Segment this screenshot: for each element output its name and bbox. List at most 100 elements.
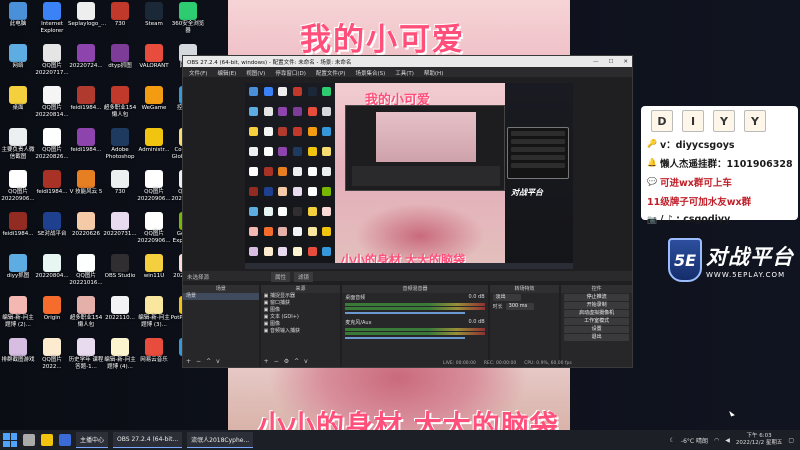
desktop-icon[interactable]: 此电脑 [0,0,36,42]
desktop-icon[interactable]: Adobe Photoshop [102,126,138,168]
scene-item[interactable]: 场景 [183,293,259,300]
control-button[interactable]: 退出 [564,334,629,341]
control-button[interactable]: 设置 [564,326,629,333]
desktop-icon[interactable]: Administr... [136,126,172,168]
search-icon[interactable] [23,434,35,446]
desktop-icon[interactable]: 超多职业154 懒人包 [102,84,138,126]
desktop-icon[interactable]: feidi1984... [68,126,104,168]
source-item[interactable]: ▣ 图像 [261,321,341,328]
menu-item[interactable]: 配置文件(P) [316,69,346,77]
menu-item[interactable]: 帮助(H) [424,69,443,77]
desktop-icon[interactable]: QQ图片 20220906... [136,168,172,210]
desktop-icon[interactable]: QQ图片 20220717... [34,42,70,84]
desktop-icon[interactable]: 编辑-新-问主 题博 (3)... [136,294,172,336]
desktop-icon[interactable]: 20220626 [68,210,104,252]
notification-icon[interactable]: ▢ [788,437,794,444]
desktop-icon[interactable]: 2022110... [102,294,138,336]
volume-slider[interactable] [345,312,466,314]
desktop-icon[interactable]: Origin [34,294,70,336]
taskbar-task[interactable]: 流氓人2018Cyphe... [187,432,254,448]
close-icon[interactable]: ✕ [623,59,628,65]
control-button[interactable]: 开始录制 [564,302,629,309]
move-down-button[interactable]: v [304,358,308,365]
source-item[interactable]: ▣ 图像 [261,307,341,314]
remove-scene-button[interactable]: − [196,358,201,365]
menu-item[interactable]: 停靠窗口(D) [275,69,306,77]
filters-button[interactable]: 滤镜 [294,272,314,282]
desktop-icon[interactable]: 超多职业154 懒人包 [68,294,104,336]
desktop-icon[interactable]: Seplaylogo_... [68,0,106,42]
maximize-icon[interactable]: ☐ [608,59,613,65]
minimize-icon[interactable]: — [593,59,599,65]
network-icon[interactable]: ◠ [714,437,719,444]
source-item[interactable]: ▣ 音频输入捕获 [261,328,341,335]
file-explorer-icon[interactable] [41,434,53,446]
menu-item[interactable]: 工具(T) [395,69,414,77]
desktop-icon[interactable]: dtyp抓图 [102,42,138,84]
desktop-icon[interactable]: 360安全浏览器 [170,0,206,42]
obs-window[interactable]: OBS 27.2.4 (64-bit, windows) - 配置文件: 未命名… [182,55,633,368]
control-button[interactable]: 启动虚拟摄像机 [564,310,629,317]
desktop-icon[interactable]: QQ图片 20220906... [0,168,36,210]
taskbar-task[interactable]: OBS 27.2.4 (64-bit... [113,432,183,448]
menu-item[interactable]: 编辑(E) [217,69,236,77]
desktop-icon[interactable]: 730 [102,0,138,42]
desktop-icon[interactable]: win11U [136,252,172,294]
desktop-icon[interactable]: 编辑-新-问主 题博 (4)... [102,336,138,378]
desktop-icon[interactable]: 20220724... [68,42,104,84]
desktop-icon[interactable]: QQ图片 2022... [34,336,70,378]
desktop-icon[interactable]: QQ图片 20220814... [34,84,70,126]
desktop-icon[interactable]: feidi1984... [34,168,70,210]
add-scene-button[interactable]: + [186,358,191,365]
menu-item[interactable]: 文件(F) [189,69,207,77]
desktop-icon[interactable]: 网易云音乐 [136,336,172,378]
desktop-icon[interactable]: 编辑-新-问主 题博 (2)... [0,294,36,336]
desktop-icon[interactable]: feidi1984... [68,84,104,126]
transition-select[interactable]: 淡出 [492,294,521,301]
source-item[interactable]: ▣ 窗口捕获 [261,300,341,307]
desktop-icon[interactable]: feidi1984... [0,210,36,252]
obs-preview[interactable]: 我的小可爱 对战平台 小小的身材 大大的脑袋 [245,83,573,269]
control-button[interactable]: 停止推流 [564,294,629,301]
remove-source-button[interactable]: − [274,358,279,365]
desktop-icon[interactable]: 桌面 [0,84,36,126]
source-settings-icon[interactable]: ⚙ [284,358,289,365]
desktop-icon[interactable]: Steam [136,0,172,42]
volume-slider[interactable] [345,337,466,339]
clock[interactable]: 下午 6:03 2022/12/2 星期五 [736,433,782,447]
desktop-icon[interactable]: OBS Studio [102,252,138,294]
desktop-icon[interactable]: WeGame [136,84,172,126]
properties-button[interactable]: 属性 [271,272,291,282]
source-item[interactable]: ▣ 捕捉显示器 [261,293,341,300]
desktop-icon[interactable]: VALORANT [136,42,172,84]
move-down-button[interactable]: v [216,358,220,365]
volume-icon[interactable]: ◀ [725,437,730,444]
add-source-button[interactable]: + [264,358,269,365]
desktop-icon[interactable]: Internet Explorer [34,0,70,42]
desktop-icon[interactable]: 730 [102,168,138,210]
desktop-icon[interactable]: QQ图片 20220826... [34,126,70,168]
desktop-icon[interactable]: 20220804... [34,252,70,294]
move-up-button[interactable]: ^ [294,358,299,365]
menu-item[interactable]: 视图(V) [246,69,265,77]
desktop-icon[interactable]: 历史学年 课程 答题-1... [68,336,104,378]
app-icon[interactable] [59,434,71,446]
move-up-button[interactable]: ^ [206,358,211,365]
desktop-icon[interactable]: 排群截图游戏 [0,336,36,378]
desktop-icon[interactable]: SE对战平台 [34,210,70,252]
duration-input[interactable]: 300 ms [505,303,534,310]
desktop-icon[interactable]: 主要负责人微信截图 [0,126,36,168]
taskbar-task[interactable]: 主播中心 [76,432,109,448]
windows-start-icon[interactable] [3,433,17,447]
weather-icon[interactable]: ☾ [670,437,675,444]
control-button[interactable]: 工作室模式 [564,318,629,325]
obs-titlebar[interactable]: OBS 27.2.4 (64-bit, windows) - 配置文件: 未命名… [183,56,632,67]
source-item[interactable]: ▣ 文本 (GDI+) [261,314,341,321]
menu-item[interactable]: 场景集合(S) [355,69,385,77]
desktop-icon[interactable]: QQ图片 20220906... [136,210,172,252]
desktop-icon[interactable]: 20220731... [102,210,138,252]
desktop-icon[interactable]: diyy抓图 [0,252,36,294]
desktop-icon[interactable]: QQ图片 20221016... [68,252,104,294]
desktop-icon[interactable]: V 技能风云 5 [68,168,104,210]
desktop-icon[interactable]: 网络 [0,42,36,84]
